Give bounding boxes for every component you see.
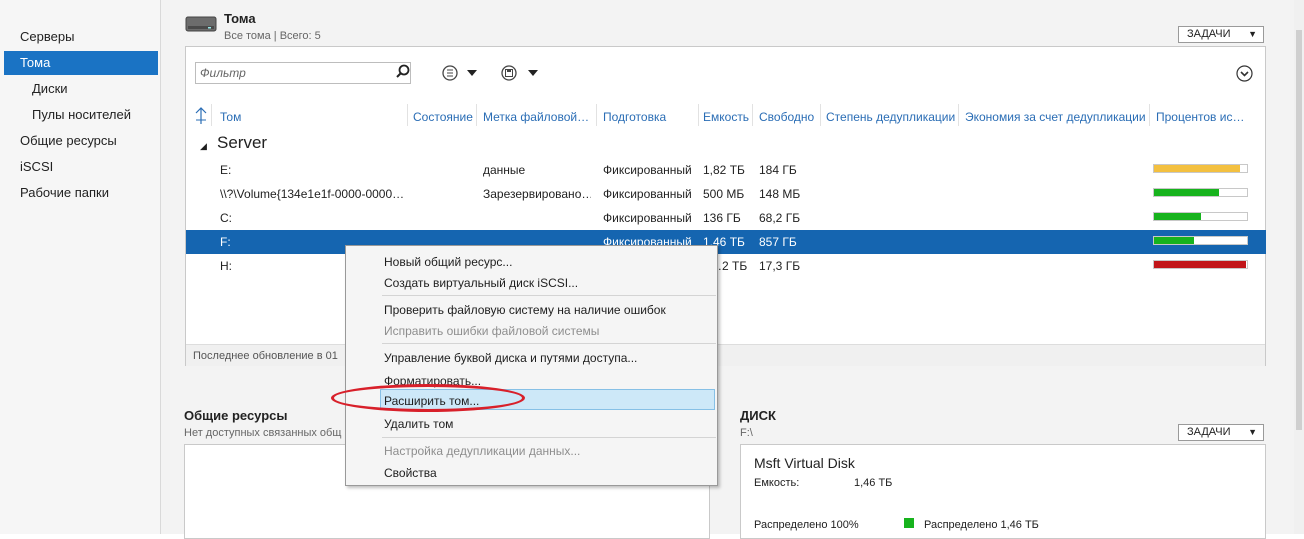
sidebar-item-work-folders[interactable]: Рабочие папки [4, 181, 158, 205]
sidebar-item-storage-pools[interactable]: Пулы носителей [4, 103, 158, 127]
filter-input[interactable]: Фильтр [195, 62, 411, 84]
cell-capacity: 1,82 ТБ [703, 163, 745, 177]
volume-drive-icon [185, 15, 217, 37]
cell-free: 68,2 ГБ [759, 211, 801, 225]
menu-separator [382, 437, 716, 438]
menu-item-create-iscsi-disk[interactable]: Создать виртуальный диск iSCSI... [384, 276, 578, 290]
menu-separator [382, 295, 716, 296]
column-header-provisioning[interactable]: Подготовка [603, 110, 698, 124]
cell-capacity: 500 МБ [703, 187, 745, 201]
volumes-tasks-button[interactable]: ЗАДАЧИ ▼ [1178, 26, 1264, 43]
disk-capacity-value: 1,46 ТБ [854, 477, 893, 489]
menu-item-delete-volume[interactable]: Удалить том [384, 417, 453, 431]
expand-collapse-icon[interactable] [1236, 65, 1253, 82]
menu-separator [382, 343, 716, 344]
volumes-title: Тома [224, 11, 256, 26]
cell-provisioning: Фиксированный [603, 211, 692, 225]
usage-bar [1153, 164, 1248, 173]
disk-capacity-label: Емкость: [754, 477, 800, 489]
search-icon[interactable] [394, 63, 412, 81]
cell-capacity: 136 ГБ [703, 211, 741, 225]
cell-free: 148 МБ [759, 187, 801, 201]
cell-volume: E: [220, 163, 232, 177]
chevron-down-icon: ▼ [1248, 29, 1257, 39]
group-collapse-icon[interactable]: ◢ [200, 141, 207, 152]
sidebar-item-iscsi[interactable]: iSCSI [4, 155, 158, 179]
menu-item-check-filesystem[interactable]: Проверить файловую систему на наличие ош… [384, 303, 666, 317]
tasks-label: ЗАДАЧИ [1187, 28, 1231, 40]
chevron-down-icon: ▼ [1248, 427, 1257, 437]
disk-allocated-label: Распределено 100% [754, 519, 859, 531]
disk-allocated-legend: Распределено 1,46 ТБ [924, 519, 1039, 531]
sort-indicator-icon [193, 107, 209, 125]
context-menu: Новый общий ресурс... Создать виртуальны… [345, 245, 718, 486]
menu-item-repair-filesystem: Исправить ошибки файловой системы [384, 324, 600, 338]
table-row[interactable]: C: Фиксированный 136 ГБ 68,2 ГБ [186, 206, 1266, 230]
table-row[interactable]: \\?\Volume{134e1e1f-0000-0000… Зарезерви… [186, 182, 1266, 206]
column-header-capacity[interactable]: Емкость [703, 110, 753, 124]
usage-bar [1153, 236, 1248, 245]
cell-label: данные [483, 163, 526, 177]
sidebar-item-shares[interactable]: Общие ресурсы [4, 129, 158, 153]
disk-name: Msft Virtual Disk [754, 455, 855, 471]
cell-free: 857 ГБ [759, 235, 797, 249]
sidebar-item-servers[interactable]: Серверы [4, 25, 158, 49]
list-view-options-button[interactable] [441, 64, 479, 82]
last-updated-text: Последнее обновление в 01 [193, 350, 338, 362]
cell-free: 184 ГБ [759, 163, 797, 177]
sidebar-item-disks[interactable]: Диски [4, 77, 158, 101]
shares-subtitle: Нет доступных связанных общ [184, 427, 342, 439]
disk-title: ДИСК [740, 408, 776, 423]
menu-item-properties[interactable]: Свойства [384, 466, 437, 480]
filter-placeholder: Фильтр [200, 66, 246, 80]
cell-provisioning: Фиксированный [603, 163, 692, 177]
column-header-dedup-rate[interactable]: Степень дедупликации [826, 110, 956, 124]
column-header-free[interactable]: Свободно [759, 110, 819, 124]
save-query-button[interactable] [500, 64, 540, 82]
sidebar-item-volumes[interactable]: Тома [4, 51, 158, 75]
usage-bar [1153, 188, 1248, 197]
menu-item-drive-letter[interactable]: Управление буквой диска и путями доступа… [384, 351, 637, 365]
shares-title: Общие ресурсы [184, 408, 288, 423]
sidebar: Серверы Тома Диски Пулы носителей Общие … [0, 0, 161, 534]
scrollbar-thumb[interactable] [1296, 30, 1302, 430]
column-header-dedup-savings[interactable]: Экономия за счет дедупликации [965, 110, 1147, 124]
column-header-fs-label[interactable]: Метка файловой… [483, 110, 593, 124]
column-header-percent-used[interactable]: Процентов ис… [1156, 110, 1246, 124]
cell-label: Зарезервировано… [483, 187, 591, 201]
disk-subtitle: F:\ [740, 427, 753, 439]
disk-tasks-button[interactable]: ЗАДАЧИ ▼ [1178, 424, 1264, 441]
cell-provisioning: Фиксированный [603, 187, 692, 201]
column-header-status[interactable]: Состояние [413, 110, 473, 124]
allocated-legend-swatch [904, 518, 914, 528]
cell-free: 17,3 ГБ [759, 259, 801, 273]
tasks-label: ЗАДАЧИ [1187, 426, 1231, 438]
table-row[interactable]: E: данные Фиксированный 1,82 ТБ 184 ГБ [186, 158, 1266, 182]
column-header-volume[interactable]: Том [220, 110, 400, 124]
menu-item-dedup-settings: Настройка дедупликации данных... [384, 444, 581, 458]
annotation-ellipse [331, 384, 525, 412]
volumes-subtitle: Все тома | Всего: 5 [224, 30, 321, 42]
group-header-server: Server [217, 133, 268, 152]
usage-bar [1153, 212, 1248, 221]
cell-volume: \\?\Volume{134e1e1f-0000-0000… [220, 187, 405, 201]
menu-item-new-share[interactable]: Новый общий ресурс... [384, 255, 512, 269]
cell-volume: C: [220, 211, 232, 225]
usage-bar [1153, 260, 1248, 269]
